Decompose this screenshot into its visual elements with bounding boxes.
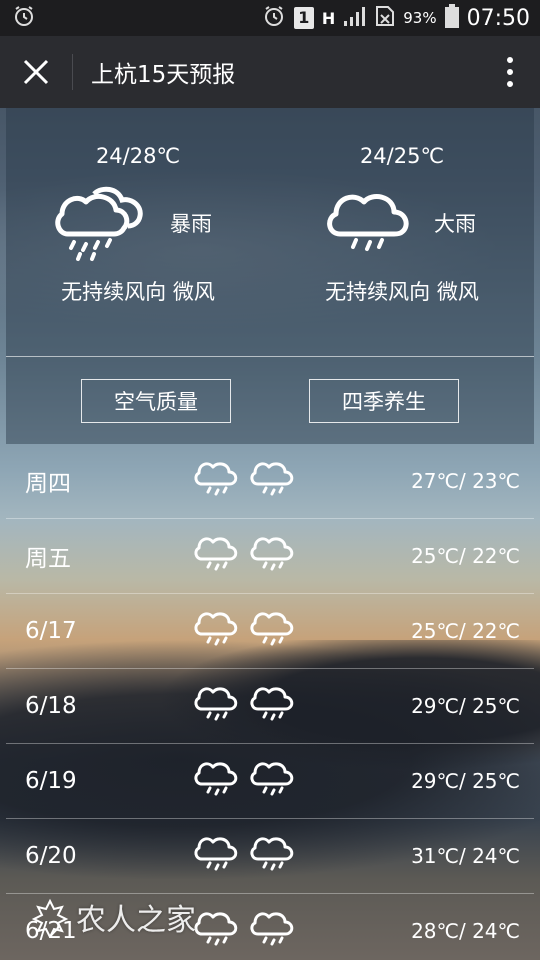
no-sim-icon [375, 5, 395, 32]
close-icon [23, 59, 49, 85]
forecast-row[interactable]: 6/19 29℃/ 25℃ [6, 744, 534, 819]
page-title: 上杭15天预报 [91, 62, 236, 88]
forecast-temp: 31℃/ 24℃ [411, 844, 520, 868]
rain-cloud-icon [250, 462, 294, 496]
condition-label: 大雨 [434, 212, 476, 236]
forecast-day: 周五 [25, 546, 71, 572]
forecast-list: 周四 27℃/ 23℃ 周五 25℃/ 22℃ 6/17 25℃/ 22℃ 6/18 29℃/… [6, 444, 534, 960]
forecast-row[interactable]: 6/20 31℃/ 24℃ [6, 819, 534, 894]
battery-percent: 93% [403, 9, 437, 27]
rain-cloud-icon [250, 912, 294, 946]
battery-icon [444, 3, 459, 33]
rain-cloud-icon [250, 612, 294, 646]
seasonal-health-button[interactable]: 四季养生 [309, 378, 459, 423]
rain-cloud-icon [250, 537, 294, 571]
forecast-row[interactable]: 6/18 29℃/ 25℃ [6, 669, 534, 744]
forecast-icons [194, 758, 296, 798]
rain-cloud-icon [194, 537, 238, 571]
more-vertical-icon [507, 57, 513, 87]
forecast-icons [194, 533, 296, 573]
rain-cloud-icon [250, 837, 294, 871]
forecast-icons [194, 683, 296, 723]
app-bar: 上杭15天预报 [0, 36, 540, 108]
wind-label: 无持续风向 微风 [61, 280, 215, 304]
rain-cloud-icon [194, 687, 238, 721]
forecast-temp: 25℃/ 22℃ [411, 544, 520, 568]
forecast-temp: 29℃/ 25℃ [411, 769, 520, 793]
watermark-text: 农人之家 [76, 903, 196, 938]
forecast-day: 6/18 [25, 693, 77, 719]
forecast-day: 6/20 [25, 843, 77, 869]
wind-label: 无持续风向 微风 [325, 280, 479, 304]
close-button[interactable] [0, 36, 72, 108]
air-quality-button[interactable]: 空气质量 [81, 378, 231, 423]
rain-cloud-icon [250, 762, 294, 796]
forecast-row[interactable]: 周四 27℃/ 23℃ [6, 444, 534, 519]
rain-cloud-icon [250, 687, 294, 721]
forecast-icons [194, 608, 296, 648]
rain-cloud-icon [194, 912, 238, 946]
temp-range: 24/28℃ [95, 144, 181, 168]
more-menu-button[interactable] [480, 36, 540, 108]
forecast-temp: 27℃/ 23℃ [411, 469, 520, 493]
forecast-temp: 28℃/ 24℃ [411, 919, 520, 943]
forecast-temp: 25℃/ 22℃ [411, 619, 520, 643]
rain-cloud-icon [194, 837, 238, 871]
forecast-row[interactable]: 6/17 25℃/ 22℃ [6, 594, 534, 669]
alarm-icon-right [262, 4, 286, 33]
today-column-2: 24/25℃ 大雨 无持续风向 微风 [270, 108, 534, 356]
sim-badge: 1 [293, 7, 314, 29]
divider [72, 54, 73, 90]
rain-cloud-icon [194, 612, 238, 646]
forecast-icons [194, 458, 296, 498]
forecast-icons [194, 908, 296, 948]
alarm-icon [12, 4, 36, 33]
status-bar: 1 H 93% 07:50 [0, 0, 540, 36]
today-forecast-card: 24/28℃ 暴雨 无持续风向 微风 24/25℃ 大雨 无持续风向 微风 空气… [6, 108, 534, 444]
signal-icon [343, 5, 367, 32]
forecast-day: 6/19 [25, 768, 77, 794]
today-column-1: 24/28℃ 暴雨 无持续风向 微风 [6, 108, 270, 356]
watermark: 农人之家 [30, 895, 196, 939]
forecast-row[interactable]: 周五 25℃/ 22℃ [6, 519, 534, 594]
rain-cloud-icon [194, 762, 238, 796]
watermark-logo-icon [31, 898, 69, 937]
clock: 07:50 [466, 5, 530, 31]
condition-label: 暴雨 [170, 212, 212, 236]
network-type-label: H [321, 8, 336, 28]
forecast-icons [194, 833, 296, 873]
rain-cloud-icon [324, 182, 414, 266]
forecast-temp: 29℃/ 25℃ [411, 694, 520, 718]
temp-range: 24/25℃ [359, 144, 445, 168]
forecast-day: 周四 [25, 471, 71, 497]
rain-cloud-icon [194, 462, 238, 496]
heavy-rain-double-cloud-icon [54, 182, 150, 266]
forecast-day: 6/17 [25, 618, 77, 644]
